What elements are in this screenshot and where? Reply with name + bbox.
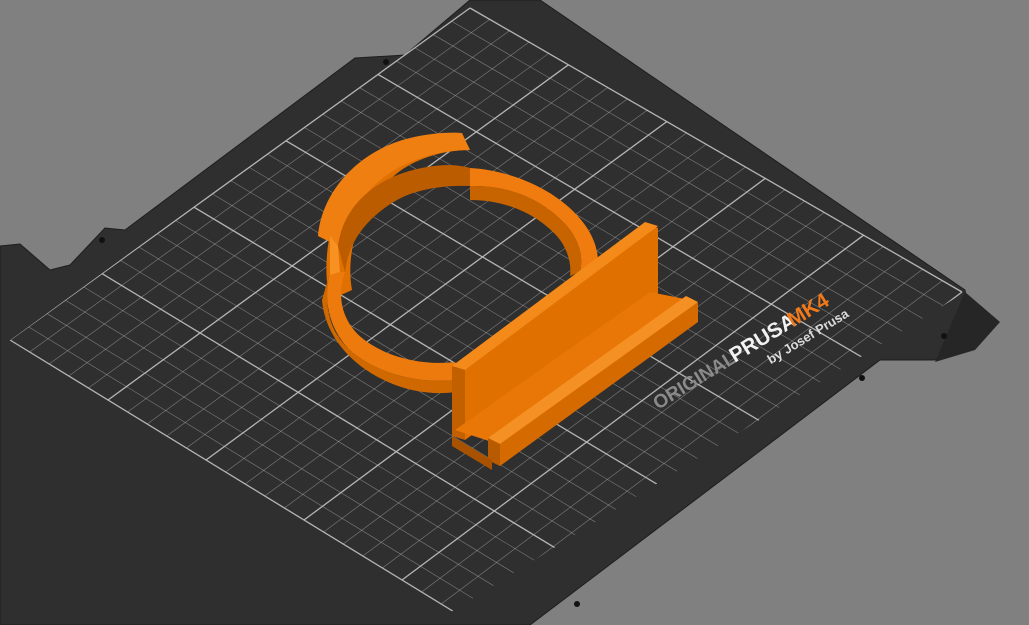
3d-viewport[interactable]: ORIGINAL PRUSA MK4 by Josef Prusa — [0, 0, 1029, 625]
scene-canvas[interactable]: ORIGINAL PRUSA MK4 by Josef Prusa — [0, 0, 1029, 625]
mount-hole — [99, 237, 105, 243]
print-bed — [0, 0, 1000, 625]
mount-hole — [859, 375, 865, 381]
mount-hole — [383, 59, 389, 65]
mount-hole — [941, 333, 947, 339]
mount-hole — [574, 601, 580, 607]
